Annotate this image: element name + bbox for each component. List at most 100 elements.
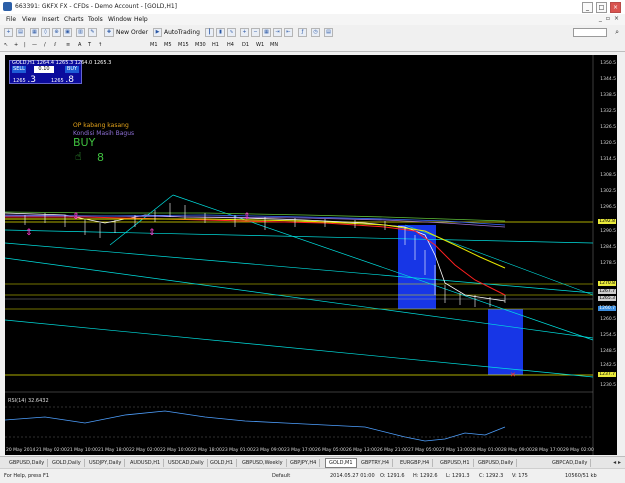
periods-icon[interactable]: ◷ <box>311 28 320 37</box>
navigator-icon[interactable]: ⊕ <box>52 28 61 37</box>
minimize-button[interactable]: _ <box>582 2 593 13</box>
tab-usdcad-daily[interactable]: USDCAD,Daily <box>165 459 208 467</box>
tab-gbpusd-daily[interactable]: GBPUSD,Daily <box>6 459 49 467</box>
tab-usdjpy-daily[interactable]: USDJPY,Daily <box>86 459 126 467</box>
chart-shift-icon[interactable]: ⇤ <box>284 28 293 37</box>
tab-gbpjpy-h4[interactable]: GBPJPY,H4 <box>287 459 321 467</box>
tab-gbpusd-h1[interactable]: GBPUSD,H1 <box>437 459 474 467</box>
meta-editor-icon[interactable]: ✎ <box>88 28 97 37</box>
search-input[interactable] <box>573 28 607 37</box>
tab-audusd-h1[interactable]: AUDUSD,H1 <box>127 459 165 467</box>
timeframe-h1[interactable]: H1 <box>212 42 219 48</box>
rsi-label: RSI(14) 32.6432 <box>8 398 49 404</box>
price-tick: 1332.5 <box>600 109 616 114</box>
chart-area[interactable]: ⇕ ⇕ ⇕ ⇕ ✕ GOLD,H1 1264.4 1265.3 1264.0 1… <box>5 55 617 455</box>
timeframe-mn[interactable]: MN <box>270 42 278 48</box>
autotrading-icon[interactable]: ▶ <box>153 28 162 37</box>
channel-icon[interactable]: ⫽ <box>54 42 56 48</box>
mdi-minimize-button[interactable]: _ <box>599 15 602 22</box>
trendline-icon[interactable]: / <box>44 42 46 48</box>
lot-size-input[interactable]: 0.10 <box>34 66 54 73</box>
candlestick-icon[interactable]: ▮ <box>216 28 225 37</box>
mdi-close-button[interactable]: × <box>614 15 619 22</box>
autoscroll-icon[interactable]: ⇥ <box>273 28 282 37</box>
horizontal-line-icon[interactable]: — <box>32 42 37 48</box>
tab-gbptry-h4[interactable]: GBPTRY,H4 <box>358 459 394 467</box>
tab-gold-daily[interactable]: GOLD,Daily <box>49 459 85 467</box>
range-box-2 <box>488 309 523 375</box>
zoom-out-icon[interactable]: − <box>251 28 260 37</box>
price-tick: 1314.5 <box>600 157 616 162</box>
maximize-button[interactable]: □ <box>596 2 607 13</box>
mdi-restore-button[interactable]: ▫ <box>606 15 610 22</box>
close-button[interactable]: × <box>610 2 621 13</box>
label-icon[interactable]: T <box>88 42 91 48</box>
menu-tools[interactable]: Tools <box>88 16 103 23</box>
price-tick: 1230.5 <box>600 383 616 388</box>
buy-button[interactable]: BUY <box>65 66 79 73</box>
tab-gold-m1[interactable]: GOLD,M1 <box>325 458 357 468</box>
market-watch-icon[interactable]: ▦ <box>30 28 39 37</box>
tab-scroll-arrows[interactable]: ◂ ▸ <box>613 459 621 466</box>
tab-gold-h1[interactable]: GOLD,H1 <box>207 459 237 467</box>
menu-help[interactable]: Help <box>134 16 148 23</box>
menu-window[interactable]: Window <box>108 16 132 23</box>
date-tick: 23 May 01:00 <box>222 448 253 453</box>
price-marker: 1270.8 <box>598 281 616 286</box>
new-chart-icon[interactable]: + <box>4 28 13 37</box>
timeframe-m15[interactable]: M15 <box>178 42 189 48</box>
tab-gbpcad-daily[interactable]: GBPCAD,Daily <box>549 459 592 467</box>
new-order-button[interactable]: New Order <box>116 29 148 36</box>
tester-icon[interactable]: ▥ <box>76 28 85 37</box>
fibonacci-icon[interactable]: ≡ <box>66 42 70 48</box>
arrow-marker-icon: ⇕ <box>243 212 251 222</box>
timeframe-d1[interactable]: D1 <box>242 42 249 48</box>
price-tick: 1320.5 <box>600 141 616 146</box>
crosshair-icon[interactable]: + <box>14 42 18 48</box>
menu-charts[interactable]: Charts <box>64 16 84 23</box>
arrow-marker-icon: ⇕ <box>148 228 156 238</box>
tab-gbpusd-weekly[interactable]: GBPUSD,Weekly <box>239 459 287 467</box>
arrow-icon[interactable]: ↑ <box>98 42 102 48</box>
autotrading-button[interactable]: AutoTrading <box>164 29 200 36</box>
new-order-icon[interactable]: ✚ <box>104 28 114 37</box>
window-controls: _ □ × <box>582 2 621 13</box>
timeframe-m30[interactable]: M30 <box>195 42 206 48</box>
timeframe-w1[interactable]: W1 <box>256 42 264 48</box>
menu-file[interactable]: File <box>6 16 16 23</box>
price-tick: 1278.5 <box>600 261 616 266</box>
date-tick: 27 May 05:00 <box>408 448 439 453</box>
chart-canvas[interactable]: ⇕ ⇕ ⇕ ⇕ ✕ <box>5 55 617 455</box>
profiles-icon[interactable]: ▤ <box>16 28 25 37</box>
price-tick: 1308.5 <box>600 173 616 178</box>
timeframe-m1[interactable]: M1 <box>150 42 158 48</box>
date-tick: 28 May 09:00 <box>501 448 532 453</box>
price-tick: 1248.5 <box>600 349 616 354</box>
tab-eurgbp-h4[interactable]: EURGBP,H4 <box>397 459 434 467</box>
tile-windows-icon[interactable]: ▦ <box>262 28 271 37</box>
menu-view[interactable]: View <box>22 16 36 23</box>
text-icon[interactable]: A <box>78 42 81 48</box>
arrow-marker-icon: ⇕ <box>72 212 80 222</box>
line-chart-icon[interactable]: ∿ <box>227 28 236 37</box>
indicator-digit: 8 <box>97 151 104 164</box>
indicator-text-1: OP kabang kasang <box>73 122 129 129</box>
sell-button[interactable]: SELL <box>12 66 26 73</box>
zoom-in-icon[interactable]: + <box>240 28 249 37</box>
mdi-controls: _ ▫ × <box>599 15 619 22</box>
terminal-icon[interactable]: ▣ <box>63 28 72 37</box>
cursor-icon[interactable]: ↖ <box>4 42 8 48</box>
tab-gbpusd-daily-2[interactable]: GBPUSD,Daily <box>475 459 518 467</box>
timeframe-m5[interactable]: M5 <box>164 42 172 48</box>
timeframe-h4[interactable]: H4 <box>227 42 234 48</box>
data-window-icon[interactable]: ◊ <box>41 28 50 37</box>
templates-icon[interactable]: ▤ <box>324 28 333 37</box>
search-icon[interactable]: ⌕ <box>615 28 619 37</box>
price-tick: 1290.5 <box>600 229 616 234</box>
vertical-line-icon[interactable]: | <box>24 42 26 48</box>
indicators-icon[interactable]: ƒ <box>298 28 307 37</box>
status-open: O: 1291.6 <box>380 473 405 479</box>
bar-chart-icon[interactable]: ┃ <box>205 28 214 37</box>
main-toolbar: + ▤ ▦ ◊ ⊕ ▣ ▥ ✎ ✚ New Order ▶ AutoTradin… <box>0 25 625 41</box>
menu-insert[interactable]: Insert <box>42 16 59 23</box>
